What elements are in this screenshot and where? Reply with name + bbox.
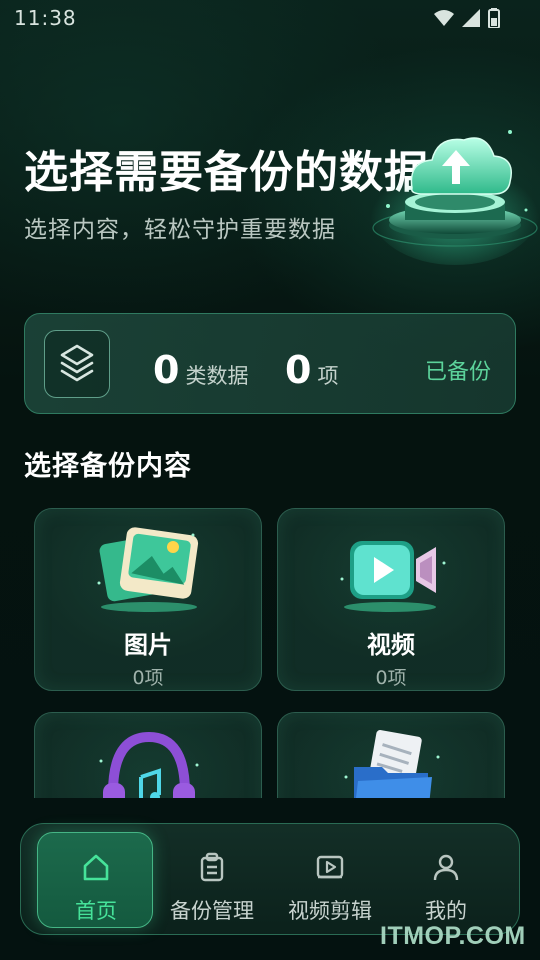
bottom-nav: 首页 备份管理 视频剪辑 我的 bbox=[20, 823, 520, 935]
cloud-upload-icon bbox=[370, 130, 540, 265]
status-bar: 11:38 bbox=[0, 0, 540, 36]
page-subtitle: 选择内容，轻松守护重要数据 bbox=[24, 217, 336, 243]
video-play-icon bbox=[316, 855, 344, 879]
category-label: 视频 bbox=[367, 631, 415, 659]
layers-icon bbox=[44, 330, 110, 398]
category-card-music[interactable] bbox=[34, 712, 262, 798]
music-headphones-icon bbox=[99, 731, 199, 798]
category-count-stat: 0 类数据 bbox=[153, 348, 248, 392]
item-count-stat: 0 项 bbox=[285, 348, 338, 392]
category-card-files[interactable] bbox=[277, 712, 505, 798]
status-time: 11:38 bbox=[14, 6, 77, 30]
backup-status-label[interactable]: 已备份 bbox=[425, 354, 491, 386]
category-grid: 图片 0项 视频 0项 bbox=[0, 500, 540, 798]
category-card-photos[interactable]: 图片 0项 bbox=[34, 508, 262, 691]
status-icons bbox=[434, 8, 500, 28]
video-icon bbox=[340, 541, 446, 612]
nav-item-me[interactable]: 我的 bbox=[387, 824, 505, 936]
clipboard-icon bbox=[200, 852, 224, 882]
home-screen: 11:38 选择需要备份的数据 选择内容，轻松守护重要数据 0 类数据 0 项 … bbox=[0, 0, 540, 960]
nav-label: 视频剪辑 bbox=[288, 899, 372, 923]
nav-label: 首页 bbox=[75, 899, 117, 923]
home-icon bbox=[83, 854, 109, 881]
user-icon bbox=[433, 854, 459, 881]
nav-item-video-editing[interactable]: 视频剪辑 bbox=[271, 824, 389, 936]
category-count: 0 bbox=[153, 348, 180, 392]
nav-item-backup-management[interactable]: 备份管理 bbox=[153, 824, 271, 936]
category-card-videos[interactable]: 视频 0项 bbox=[277, 508, 505, 691]
backup-summary-card: 0 类数据 0 项 已备份 bbox=[24, 313, 516, 414]
category-count: 0项 bbox=[132, 667, 164, 689]
nav-label: 备份管理 bbox=[170, 899, 254, 923]
category-label: 图片 bbox=[124, 631, 172, 659]
item-count: 0 bbox=[285, 348, 312, 392]
nav-label: 我的 bbox=[425, 899, 467, 923]
photo-icon bbox=[97, 527, 199, 612]
item-count-unit: 项 bbox=[317, 364, 339, 388]
section-title: 选择备份内容 bbox=[24, 451, 192, 482]
watermark: ITMOP.COM bbox=[380, 922, 526, 950]
category-count: 0项 bbox=[375, 667, 407, 689]
signal-icon bbox=[462, 9, 480, 27]
nav-item-home[interactable]: 首页 bbox=[37, 824, 155, 936]
battery-icon bbox=[488, 8, 500, 28]
wifi-icon bbox=[434, 10, 454, 26]
category-count-unit: 类数据 bbox=[185, 364, 249, 388]
folder-document-icon bbox=[344, 730, 440, 798]
